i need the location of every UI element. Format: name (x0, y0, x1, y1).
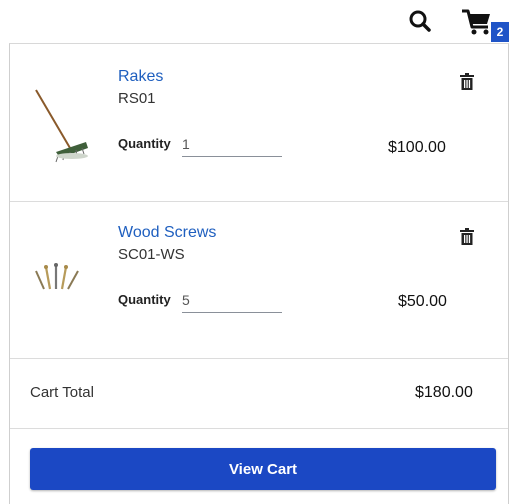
cart-total-row: Cart Total $180.00 (10, 358, 508, 429)
cart-count-badge: 2 (491, 22, 509, 42)
rake-icon (35, 89, 88, 163)
view-cart-button[interactable]: View Cart (30, 448, 496, 490)
cart-item: Rakes RS01 Quantity $100.00 (10, 44, 508, 202)
cart-icon (462, 9, 490, 35)
quantity-label: Quantity (118, 136, 171, 151)
rake-image (30, 86, 94, 171)
cart-total-label: Cart Total (30, 384, 94, 401)
cart-total-value: $180.00 (415, 384, 473, 401)
delete-item-button[interactable] (460, 228, 474, 245)
item-name-link[interactable]: Rakes (118, 68, 163, 86)
search-button[interactable] (408, 7, 434, 35)
item-price: $50.00 (398, 293, 447, 310)
trash-icon (460, 73, 474, 90)
quantity-input[interactable] (182, 134, 282, 157)
quantity-input[interactable] (182, 290, 282, 313)
screws-icon (35, 263, 79, 290)
header-bar: 2 (0, 0, 509, 44)
item-sku: RS01 (118, 90, 156, 107)
item-sku: SC01-WS (118, 246, 185, 263)
delete-item-button[interactable] (460, 73, 474, 90)
trash-icon (460, 228, 474, 245)
item-price: $100.00 (388, 139, 446, 156)
item-name-link[interactable]: Wood Screws (118, 224, 216, 242)
quantity-label: Quantity (118, 292, 171, 307)
screws-image (30, 259, 86, 300)
search-icon (409, 10, 431, 32)
cart-item: Wood Screws SC01-WS Quantity $50.00 (10, 201, 508, 359)
mini-cart-panel: Rakes RS01 Quantity $100.00 (9, 43, 509, 504)
